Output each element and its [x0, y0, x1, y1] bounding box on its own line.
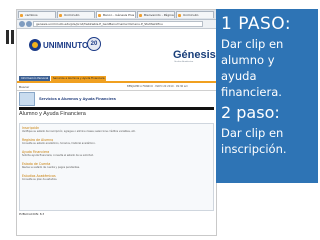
list-item[interactable]: Inscripción Verifique su estado de inscr… — [22, 126, 136, 133]
tab-label: cambios — [25, 13, 38, 17]
list-item[interactable]: Estudios Académicos Consulte su plan de … — [22, 174, 57, 181]
tab-label: Uniminuto — [64, 13, 80, 17]
step1-title: 1 PASO: — [221, 14, 292, 34]
browser-tab-strip: cambios Uniminuto Banco - Génesis Plus B… — [17, 10, 216, 20]
menu-item-personal-info[interactable]: Información Personal — [19, 76, 51, 81]
step2-text-line2: inscripción. — [221, 142, 287, 156]
slide-decoration — [6, 30, 16, 44]
url-field[interactable]: genesis.uniminuto.edu/pls/prod/twbkwbis.… — [33, 21, 203, 27]
favicon-icon — [59, 13, 62, 17]
decor-bar-2 — [11, 30, 14, 44]
browser-tab[interactable]: Bienvenido - Página — [137, 11, 175, 18]
favicon-icon — [98, 13, 101, 17]
students-icon — [19, 92, 35, 106]
anniversary-seal: 20 — [87, 37, 101, 51]
address-bar-row: genesis.uniminuto.edu/pls/prod/twbkwbis.… — [17, 20, 216, 29]
site-banner: UNIMINUTO 20 Génesis Gestión Académica — [17, 29, 216, 75]
menu-item-student-services[interactable]: Servicios a Alumnos y Ayuda Financiera — [51, 76, 107, 81]
favicon-icon — [139, 13, 142, 17]
decor-bar-1 — [6, 30, 9, 44]
list-item-text: Consulte su estado académico, horarios, … — [22, 142, 96, 145]
browser-tab-active[interactable]: Banco - Génesis Plus — [96, 11, 136, 18]
step1-text-line4: financiera. — [221, 85, 282, 99]
genesis-subtitle: Gestión Académica — [174, 61, 194, 63]
browser-tab[interactable]: Uniminuto — [57, 11, 95, 18]
list-item[interactable]: Estado de Cuenta Revise su estado de cue… — [22, 162, 80, 169]
list-item-text: Verifique su estado de inscripción; agre… — [22, 130, 136, 133]
tab-label: Uniminuto — [183, 13, 199, 17]
main-menu-bar: Información Personal Servicios a Alumnos… — [17, 75, 216, 83]
list-item-text: Revise su estado de cuenta y pagos pendi… — [22, 166, 80, 169]
uniminuto-logo: UNIMINUTO 20 — [29, 37, 101, 59]
step2-text-line1: Dar clip en — [221, 126, 284, 140]
forward-icon[interactable] — [26, 21, 32, 27]
release-label: PUBLICACION: 8.3 — [19, 212, 45, 216]
uniminuto-emblem-icon — [29, 39, 41, 51]
section-title: Servicios a Alumnos y Ayuda Financiera — [39, 96, 116, 101]
back-icon[interactable] — [19, 21, 25, 27]
step1-text-line1: Dar clip en — [221, 37, 284, 51]
section-header: Servicios a Alumnos y Ayuda Financiera — [19, 92, 139, 106]
genesis-logo: Génesis Gestión Académica — [173, 49, 216, 67]
favicon-icon — [178, 13, 181, 17]
step2-title: 2 paso: — [221, 103, 280, 122]
list-item[interactable]: Registro de Alumno Consulte su estado ac… — [22, 138, 96, 145]
session-meta: BENJAMIN A FRANCO · MAYO 20 2010 · 09:36… — [127, 85, 188, 88]
browser-tab[interactable]: Uniminuto — [176, 11, 214, 18]
uniminuto-logo-text: UNIMINUTO — [43, 41, 89, 50]
services-list: Inscripción Verifique su estado de inscr… — [19, 123, 214, 211]
page-title: Alumno y Ayuda Financiera — [19, 111, 86, 117]
tab-label: Bienvenido - Página — [144, 13, 174, 17]
step1-text-line2: alumno y — [221, 53, 275, 67]
browser-tab[interactable]: cambios — [18, 11, 56, 18]
list-item-text: Consulte su plan de estudios. — [22, 178, 58, 181]
browser-screenshot: cambios Uniminuto Banco - Génesis Plus B… — [16, 9, 217, 236]
genesis-logo-text: Génesis — [173, 49, 216, 61]
instruction-panel: 1 PASO: Dar clip en alumno y ayuda finan… — [216, 9, 318, 183]
list-item-text: Solicite ayuda financiera; consulte el e… — [22, 154, 94, 157]
step1-text-line3: ayuda — [221, 69, 257, 83]
tab-label: Banco - Génesis Plus — [103, 13, 135, 17]
user-info-row: Buscar BENJAMIN A FRANCO · MAYO 20 2010 … — [17, 84, 216, 91]
list-item[interactable]: Ayuda Financiera Solicite ayuda financie… — [22, 150, 94, 157]
search-link[interactable]: Buscar — [19, 84, 29, 90]
favicon-icon — [20, 13, 23, 17]
